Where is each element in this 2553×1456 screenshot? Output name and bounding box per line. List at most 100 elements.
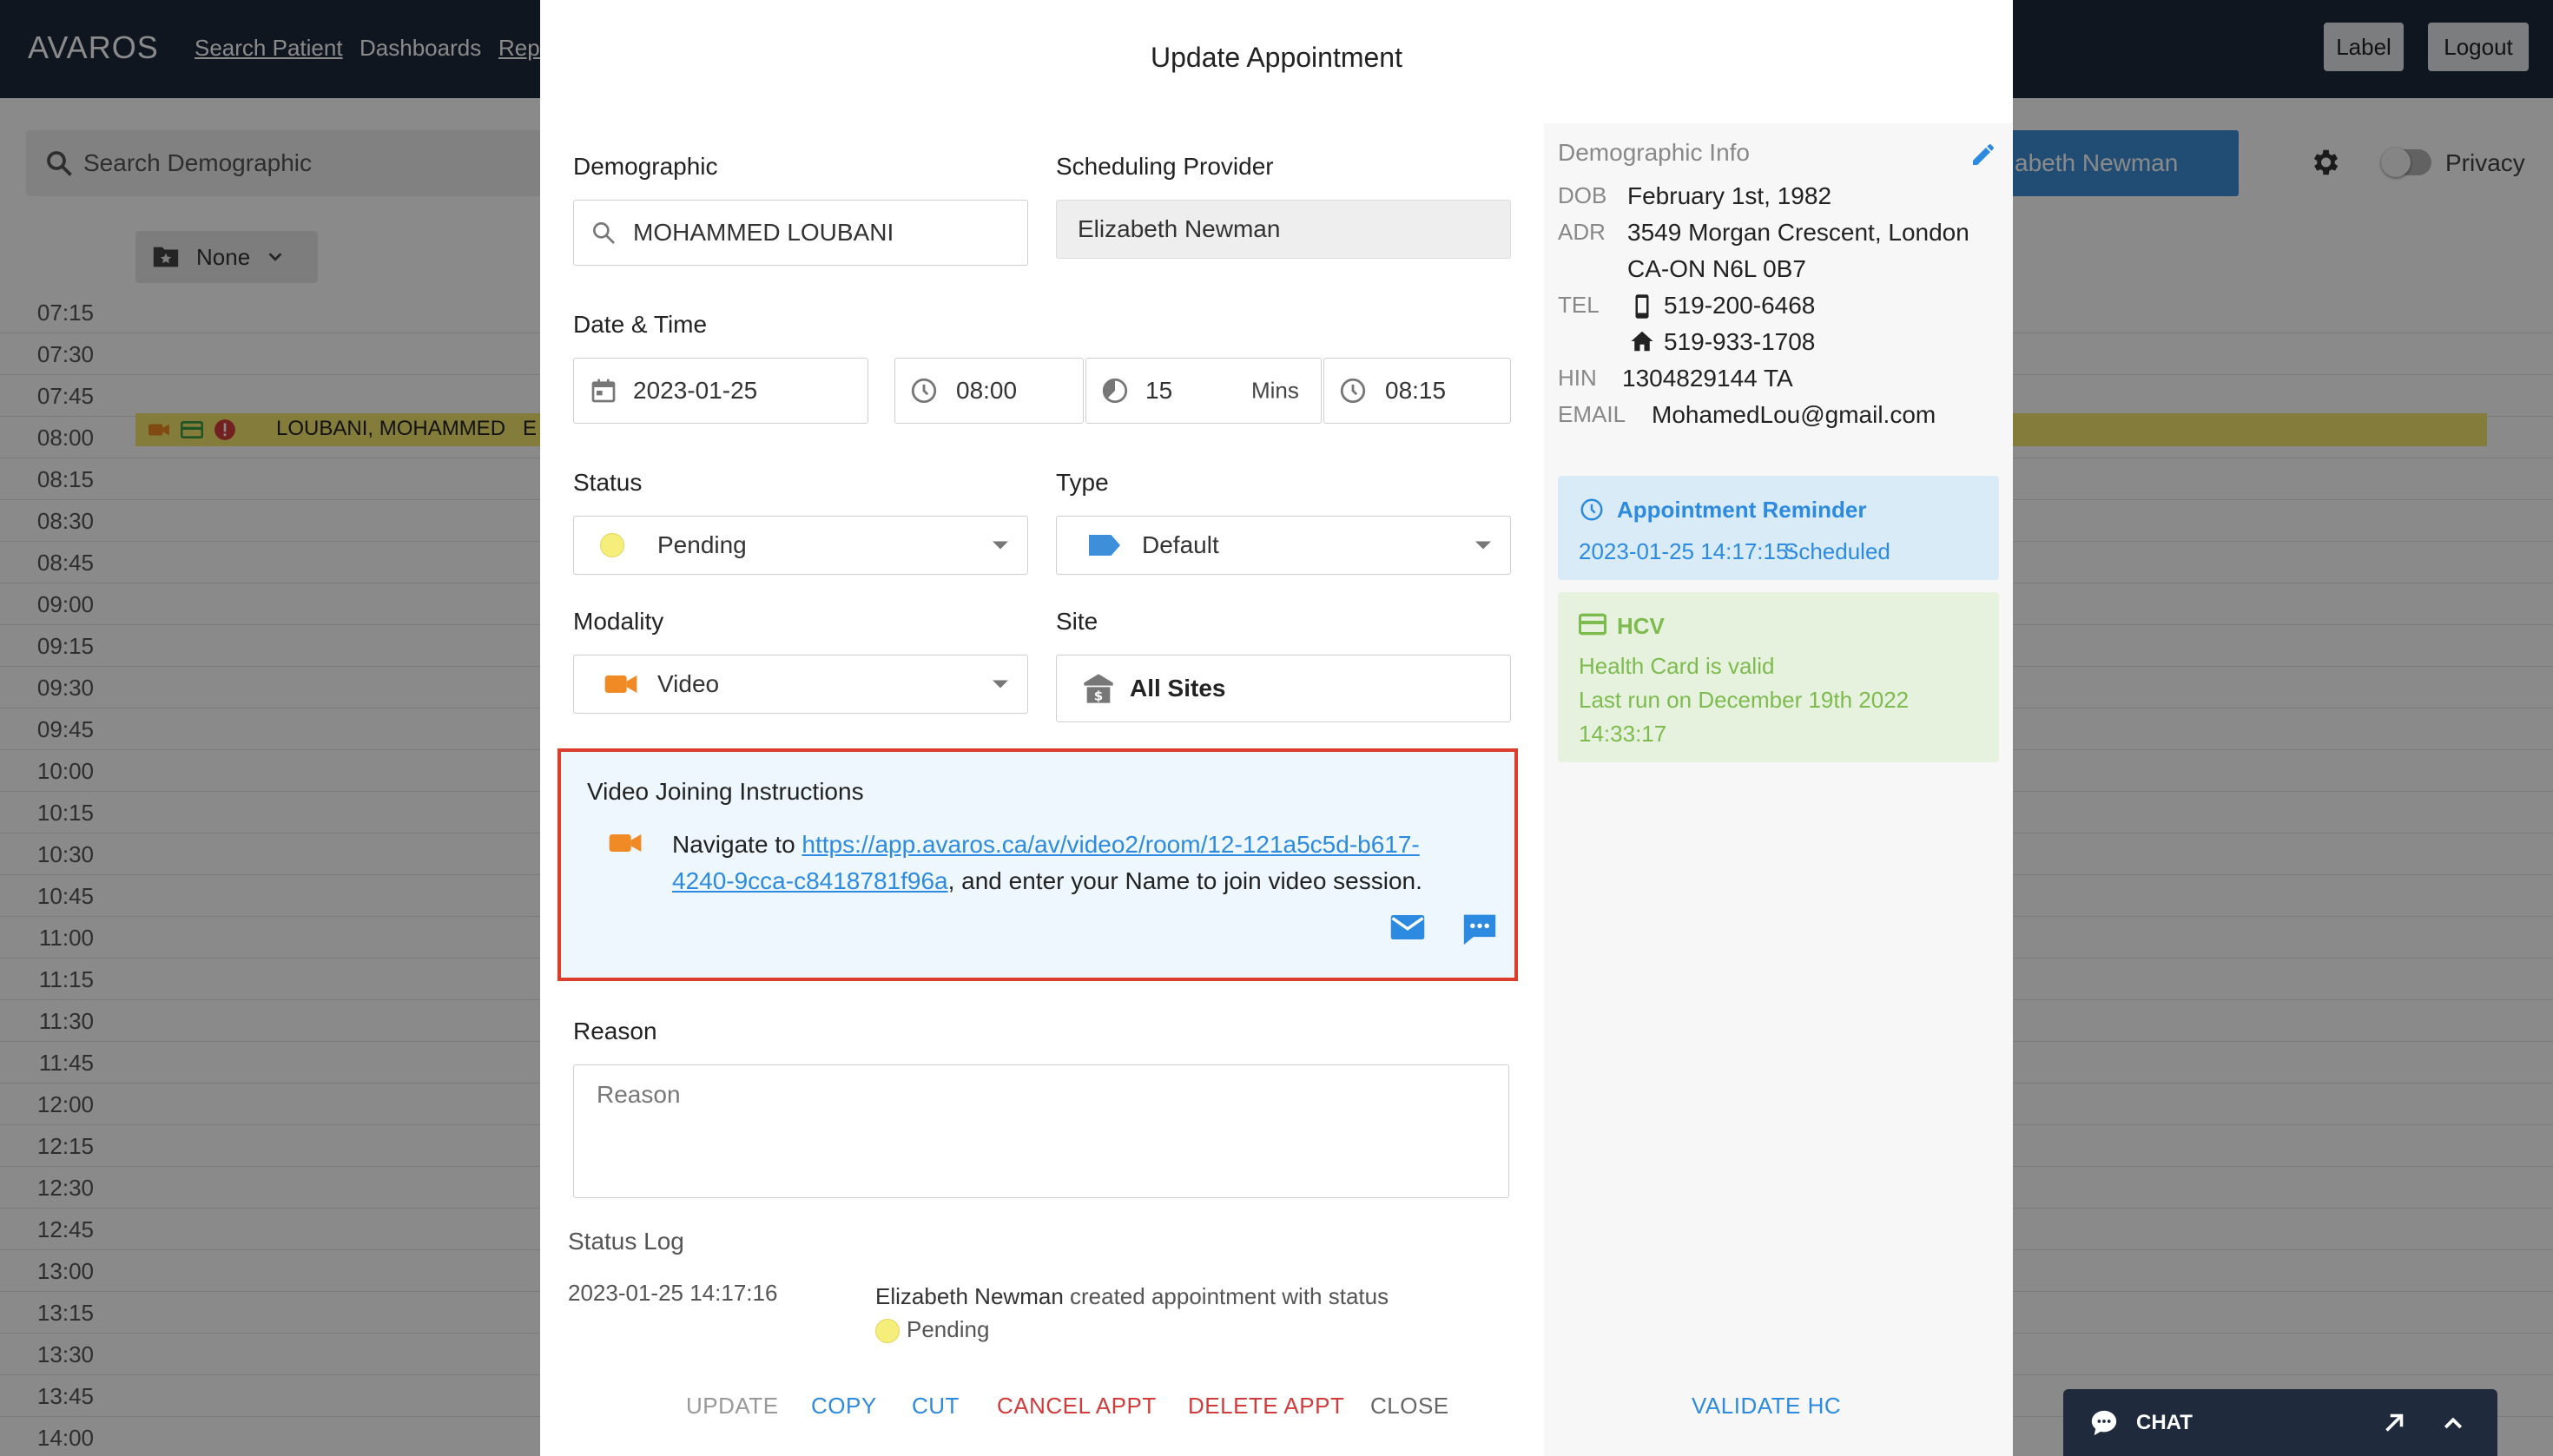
status-log-status: Pending — [907, 1316, 990, 1342]
open-external-icon[interactable] — [2379, 1408, 2409, 1438]
validate-hc-button[interactable]: VALIDATE HC — [1692, 1393, 1841, 1420]
chat-bubble-icon — [2091, 1410, 2117, 1436]
cancel-appointment-button[interactable]: CANCEL APPT — [997, 1393, 1157, 1420]
modal-actions: UPDATE COPY CUT CANCEL APPT DELETE APPT … — [540, 1393, 1539, 1424]
modality-value: Video — [657, 670, 720, 697]
hcv-card: HCV Health Card is valid Last run on Dec… — [1558, 592, 1999, 762]
chat-widget[interactable]: CHAT — [2063, 1389, 2497, 1456]
modality-select[interactable]: Video — [573, 655, 1028, 714]
hcv-line2: Last run on December 19th 2022 — [1579, 687, 1910, 713]
date-time-label: Date & Time — [573, 311, 708, 338]
video-instructions-title: Video Joining Instructions — [587, 778, 864, 805]
timer-icon — [1102, 378, 1128, 404]
modality-label: Modality — [573, 608, 664, 635]
chevron-up-icon[interactable] — [2440, 1410, 2466, 1436]
clock-icon — [911, 378, 937, 404]
video-camera-icon — [604, 675, 637, 693]
site-field[interactable]: $ All Sites — [1056, 655, 1511, 722]
status-log-message: Elizabeth Newman created appointment wit… — [875, 1283, 1389, 1344]
status-select[interactable]: Pending — [573, 516, 1028, 575]
status-label: Status — [573, 469, 643, 496]
site-label: Site — [1056, 608, 1098, 635]
pending-status-icon — [600, 533, 624, 557]
mobile-phone-icon — [1635, 294, 1649, 319]
status-value: Pending — [657, 531, 747, 558]
video-instructions-text: Navigate to https://app.avaros.ca/av/vid… — [672, 831, 1422, 894]
type-select[interactable]: Default — [1056, 516, 1511, 575]
edit-pencil-icon[interactable] — [1969, 141, 1997, 168]
hcv-line3: 14:33:17 — [1579, 721, 1667, 747]
side-panel: Demographic Info DOB February 1st, 1982 … — [1544, 123, 2013, 1456]
demographic-info-panel: Demographic Info DOB February 1st, 1982 … — [1544, 123, 2013, 445]
delete-appointment-button[interactable]: DELETE APPT — [1188, 1393, 1344, 1420]
scheduling-provider-label: Scheduling Provider — [1056, 153, 1274, 180]
dob-label: DOB — [1558, 182, 1607, 208]
hcv-line1: Health Card is valid — [1579, 653, 1775, 679]
close-button[interactable]: CLOSE — [1370, 1393, 1449, 1420]
demographic-value: MOHAMMED LOUBANI — [633, 219, 894, 246]
email-icon[interactable] — [1389, 913, 1426, 941]
update-appointment-modal: Update Appointment Demographic MOHAMMED … — [540, 0, 2013, 1456]
type-label: Type — [1056, 469, 1109, 496]
search-icon — [593, 221, 615, 244]
end-time-field[interactable]: 08:15 — [1323, 358, 1511, 424]
reason-label: Reason — [573, 1018, 657, 1044]
health-card-icon — [1579, 613, 1606, 636]
address-line1: 3549 Morgan Crescent, London — [1627, 219, 1969, 246]
duration-field[interactable]: 15 Mins — [1085, 358, 1322, 424]
address-label: ADR — [1558, 219, 1606, 245]
home-icon — [1631, 331, 1653, 352]
demographic-label: Demographic — [573, 153, 718, 180]
building-icon: $ — [1084, 674, 1113, 703]
sms-message-icon[interactable] — [1461, 912, 1499, 946]
reminder-status: Scheduled — [1784, 538, 1890, 564]
address-line2: CA-ON N6L 0B7 — [1627, 255, 1806, 282]
duration-unit: Mins — [1251, 377, 1299, 404]
pending-status-icon — [875, 1319, 900, 1344]
home-phone-value: 519-933-1708 — [1664, 328, 1816, 355]
status-log-user: Elizabeth Newman — [875, 1283, 1064, 1309]
date-value: 2023-01-25 — [633, 377, 758, 404]
end-time-value: 08:15 — [1385, 377, 1447, 404]
date-field[interactable]: 2023-01-25 — [573, 358, 868, 424]
scheduling-provider-field: Elizabeth Newman — [1056, 200, 1511, 259]
calendar-icon — [591, 379, 616, 403]
modal-title: Update Appointment — [1151, 42, 1402, 73]
dob-value: February 1st, 1982 — [1627, 182, 1832, 209]
scheduling-provider-value: Elizabeth Newman — [1078, 215, 1281, 242]
hin-label: HIN — [1558, 365, 1597, 391]
hcv-title: HCV — [1617, 613, 1665, 639]
start-time-field[interactable]: 08:00 — [894, 358, 1084, 424]
clock-icon — [1340, 378, 1366, 404]
type-value: Default — [1142, 531, 1219, 558]
reminder-time: 2023-01-25 14:17:15: — [1579, 538, 1795, 564]
site-value: All Sites — [1130, 675, 1226, 702]
svg-text:$: $ — [1094, 688, 1103, 703]
tag-icon — [1089, 535, 1120, 556]
demographic-field[interactable]: MOHAMMED LOUBANI — [573, 200, 1028, 266]
dropdown-caret-icon — [993, 541, 1008, 550]
email-label: EMAIL — [1558, 401, 1626, 427]
duration-value: 15 — [1145, 377, 1173, 404]
copy-button[interactable]: COPY — [811, 1393, 877, 1420]
reminder-title: Appointment Reminder — [1617, 497, 1867, 523]
hin-value: 1304829144 TA — [1622, 365, 1793, 392]
telephone-label: TEL — [1558, 292, 1600, 318]
chat-label: CHAT — [2136, 1411, 2193, 1434]
clock-icon — [1580, 498, 1603, 521]
start-time-value: 08:00 — [956, 377, 1018, 404]
cut-button[interactable]: CUT — [912, 1393, 960, 1420]
mobile-phone-value: 519-200-6468 — [1664, 292, 1816, 319]
dropdown-caret-icon — [1475, 541, 1491, 550]
reason-placeholder: Reason — [597, 1081, 681, 1108]
video-camera-icon — [609, 834, 642, 852]
reason-textarea[interactable]: Reason — [573, 1064, 1509, 1198]
status-log-time: 2023-01-25 14:17:16 — [568, 1280, 778, 1306]
status-log-title: Status Log — [568, 1228, 684, 1255]
demographic-info-title: Demographic Info — [1558, 139, 1751, 166]
email-value: MohamedLou@gmail.com — [1652, 401, 1936, 428]
video-joining-instructions: Video Joining Instructions Navigate to h… — [557, 748, 1518, 981]
dropdown-caret-icon — [993, 680, 1008, 688]
appointment-reminder-card: Appointment Reminder 2023-01-25 14:17:15… — [1558, 476, 1999, 580]
update-button[interactable]: UPDATE — [686, 1393, 779, 1420]
